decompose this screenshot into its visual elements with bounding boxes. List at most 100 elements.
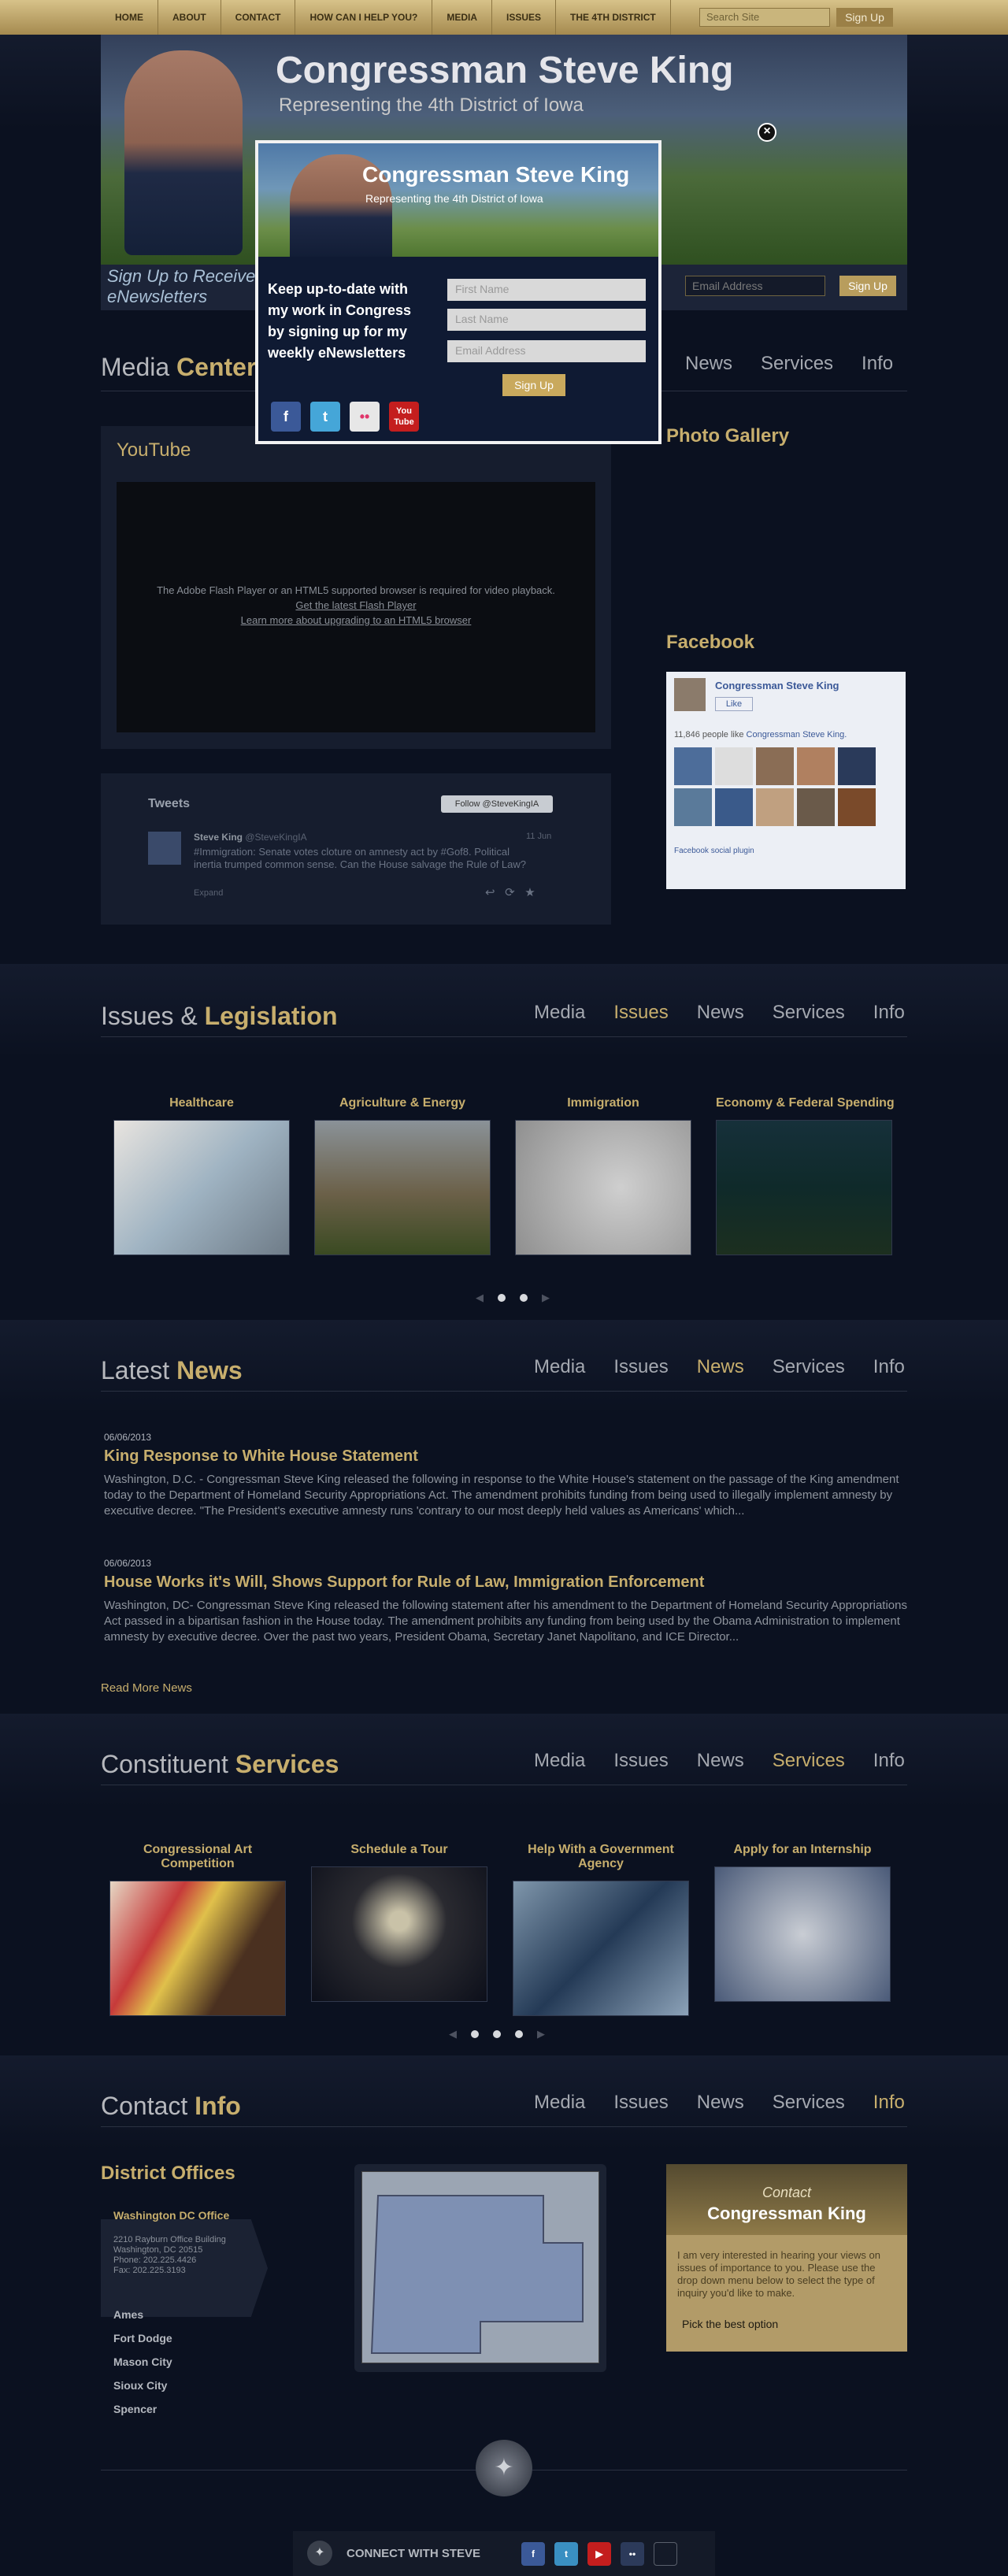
twitter-icon[interactable]: t: [310, 402, 340, 432]
pager-dot[interactable]: [471, 2030, 479, 2038]
last-name-field[interactable]: Last Name: [447, 309, 646, 331]
read-more-news-link[interactable]: Read More News: [101, 1681, 192, 1695]
flickr-icon[interactable]: ••: [621, 2542, 644, 2566]
section-nav-news[interactable]: News: [685, 353, 732, 375]
section-nav-media[interactable]: Media: [534, 1356, 585, 1378]
youtube-icon[interactable]: ▶: [587, 2542, 611, 2566]
tweet-author: Steve King: [194, 832, 243, 843]
close-icon[interactable]: ×: [758, 123, 776, 142]
section-nav-services[interactable]: Services: [773, 1356, 845, 1378]
nav-help[interactable]: HOW CAN I HELP YOU?: [295, 0, 433, 35]
service-card-agency[interactable]: Help With a Government Agency: [510, 1843, 691, 2016]
news-title[interactable]: King Response to White House Statement: [104, 1447, 907, 1466]
city-item[interactable]: Mason City: [113, 2350, 172, 2374]
fb-page-name[interactable]: Congressman Steve King: [715, 680, 839, 691]
modal-social: f t •• You Tube: [271, 402, 419, 432]
hero-subtitle: Representing the 4th District of Iowa: [279, 95, 584, 116]
fb-like-button[interactable]: Like: [715, 697, 753, 711]
section-nav-info[interactable]: Info: [873, 1750, 905, 1772]
signup-email-input[interactable]: Email Address: [685, 276, 825, 296]
issue-card-agriculture[interactable]: Agriculture & Energy: [314, 1096, 491, 1255]
section-nav-issues[interactable]: Issues: [613, 2092, 668, 2114]
issue-card-healthcare[interactable]: Healthcare: [113, 1096, 290, 1255]
modal-email-field[interactable]: Email Address: [447, 340, 646, 362]
search-button[interactable]: Sign Up: [836, 8, 893, 27]
prev-arrow-icon[interactable]: ◀: [449, 2028, 457, 2040]
nav-home[interactable]: HOME: [101, 0, 158, 35]
nav-contact[interactable]: CONTACT: [221, 0, 296, 35]
pager-dot[interactable]: [498, 1294, 506, 1302]
section-nav-media[interactable]: Media: [534, 1002, 585, 1024]
next-arrow-icon[interactable]: ▶: [542, 1292, 550, 1304]
prev-arrow-icon[interactable]: ◀: [476, 1292, 484, 1304]
nav-about[interactable]: ABOUT: [158, 0, 221, 35]
section-nav-news[interactable]: News: [697, 1002, 744, 1024]
pager-dot[interactable]: [520, 1294, 528, 1302]
tweet-avatar: [148, 832, 181, 865]
nav-issues[interactable]: ISSUES: [492, 0, 557, 35]
contact-section-nav: Media Issues News Services Info: [534, 2092, 905, 2114]
next-arrow-icon[interactable]: ▶: [537, 2028, 545, 2040]
district-map[interactable]: [361, 2171, 599, 2363]
follow-button[interactable]: Follow @SteveKingIA: [441, 795, 553, 813]
facebook-icon[interactable]: f: [271, 402, 301, 432]
section-nav-services[interactable]: Services: [761, 353, 833, 375]
fb-count: 11,846 people like: [674, 730, 744, 739]
section-nav-info[interactable]: Info: [873, 2092, 905, 2114]
video-player[interactable]: The Adobe Flash Player or an HTML5 suppo…: [117, 482, 595, 732]
pager-dot[interactable]: [493, 2030, 501, 2038]
first-name-field[interactable]: First Name: [447, 279, 646, 301]
pager-dot[interactable]: [515, 2030, 523, 2038]
news-body: Washington, DC- Congressman Steve King r…: [104, 1599, 907, 1644]
rss-icon[interactable]: [654, 2542, 677, 2566]
hero-title: Congressman Steve King: [276, 50, 734, 91]
fb-faces: [674, 747, 876, 826]
photo-gallery-title: Photo Gallery: [666, 425, 790, 447]
city-item[interactable]: Fort Dodge: [113, 2326, 172, 2350]
city-item[interactable]: Ames: [113, 2303, 172, 2326]
office-name[interactable]: Washington DC Office: [113, 2209, 229, 2222]
tweet-expand[interactable]: Expand: [194, 888, 223, 898]
media-section-nav: News Services Info: [685, 353, 893, 375]
section-nav-issues[interactable]: Issues: [613, 1356, 668, 1378]
twitter-icon[interactable]: t: [554, 2542, 578, 2566]
city-item[interactable]: Sioux City: [113, 2374, 172, 2397]
section-nav-media[interactable]: Media: [534, 1750, 585, 1772]
search-input[interactable]: Search Site: [699, 8, 830, 27]
section-nav-issues[interactable]: Issues: [613, 1750, 668, 1772]
section-nav-info[interactable]: Info: [873, 1356, 905, 1378]
section-nav-news[interactable]: News: [697, 1750, 744, 1772]
modal-title: Congressman Steve King: [362, 162, 630, 187]
news-body: Washington, D.C. - Congressman Steve Kin…: [104, 1473, 899, 1518]
section-nav-info[interactable]: Info: [873, 1002, 905, 1024]
service-card-art[interactable]: Congressional Art Competition: [107, 1843, 288, 2016]
section-nav-services[interactable]: Services: [773, 1002, 845, 1024]
nav-media[interactable]: MEDIA: [432, 0, 493, 35]
favorite-icon[interactable]: ★: [524, 886, 535, 899]
city-item[interactable]: Spencer: [113, 2397, 172, 2421]
issue-card-immigration[interactable]: Immigration: [515, 1096, 691, 1255]
flash-link[interactable]: Get the latest Flash Player: [117, 599, 595, 611]
html5-link[interactable]: Learn more about upgrading to an HTML5 b…: [117, 614, 595, 626]
signup-button[interactable]: Sign Up: [839, 276, 896, 296]
youtube-icon[interactable]: You Tube: [389, 402, 419, 432]
section-nav-services[interactable]: Services: [773, 2092, 845, 2114]
section-nav-media[interactable]: Media: [534, 2092, 585, 2114]
reply-icon[interactable]: ↩: [485, 886, 495, 899]
news-title[interactable]: House Works it's Will, Shows Support for…: [104, 1573, 907, 1592]
service-card-internship[interactable]: Apply for an Internship: [712, 1843, 893, 2016]
nav-district[interactable]: THE 4TH DISTRICT: [556, 0, 671, 35]
flickr-icon[interactable]: ••: [350, 402, 380, 432]
issue-card-economy[interactable]: Economy & Federal Spending: [716, 1096, 895, 1255]
section-nav-news[interactable]: News: [697, 2092, 744, 2114]
section-nav-info[interactable]: Info: [862, 353, 893, 375]
inquiry-select[interactable]: Pick the best option: [677, 2312, 896, 2336]
service-card-tour[interactable]: Schedule a Tour: [309, 1843, 490, 2016]
facebook-icon[interactable]: f: [521, 2542, 545, 2566]
modal-signup-button[interactable]: Sign Up: [502, 374, 565, 396]
services-carousel: Congressional Art Competition Schedule a…: [107, 1843, 893, 2016]
section-nav-services[interactable]: Services: [773, 1750, 845, 1772]
section-nav-issues[interactable]: Issues: [613, 1002, 668, 1024]
retweet-icon[interactable]: ⟳: [505, 886, 515, 899]
section-nav-news[interactable]: News: [697, 1356, 744, 1378]
